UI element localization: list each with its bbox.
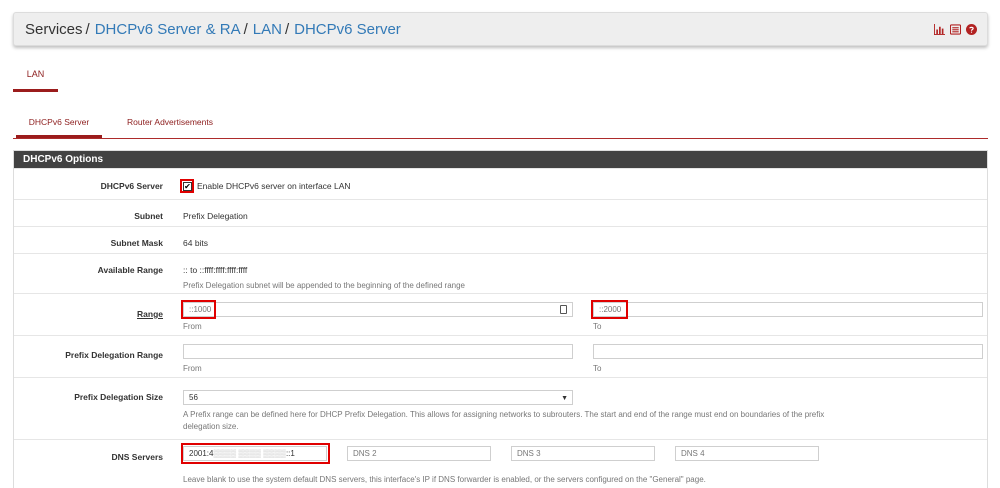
row-prefix-delegation-size: Prefix Delegation Size 56 ▼ A Prefix ran…: [14, 377, 987, 439]
prefix-delegation-size-help-2: delegation size.: [183, 422, 239, 431]
available-range-help: Prefix Delegation subnet will be appende…: [183, 281, 465, 290]
breadcrumb-lan[interactable]: LAN: [253, 21, 282, 38]
row-prefix-delegation-range: Prefix Delegation Range From To: [14, 335, 987, 377]
panel-title: DHCPv6 Options: [14, 151, 987, 168]
chevron-down-icon: ▼: [561, 395, 568, 402]
tab-lan[interactable]: LAN: [13, 68, 58, 92]
prefix-delegation-size-selected: 56: [189, 393, 198, 402]
tab-router-advertisements[interactable]: Router Advertisements: [115, 116, 225, 138]
dhcpv6-server-label: DHCPv6 Server: [100, 181, 163, 191]
breadcrumb-dhcpv6-server[interactable]: DHCPv6 Server: [294, 21, 401, 38]
dns-servers-help: Leave blank to use the system default DN…: [183, 475, 706, 484]
available-range-label: Available Range: [97, 265, 163, 275]
breadcrumb-services: Services: [25, 21, 83, 38]
tab-dhcpv6-server[interactable]: DHCPv6 Server: [16, 116, 102, 138]
enable-dhcpv6-text: Enable DHCPv6 server on interface LAN: [197, 181, 351, 191]
row-subnet-mask: Subnet Mask 64 bits: [14, 226, 987, 253]
prefix-delegation-size-select[interactable]: 56 ▼: [183, 390, 573, 405]
breadcrumb-separator: /: [284, 21, 290, 38]
list-icon[interactable]: [950, 24, 961, 35]
bar-chart-icon[interactable]: [934, 24, 945, 35]
enable-dhcpv6-checkbox[interactable]: ✔: [183, 182, 192, 191]
prefix-delegation-from-help: From: [183, 364, 202, 373]
prefix-delegation-to-input[interactable]: [593, 344, 983, 359]
breadcrumb-dhcpv6-server-ra[interactable]: DHCPv6 Server & RA: [95, 21, 241, 38]
ip-address-icon: [560, 305, 567, 314]
help-icon[interactable]: [966, 24, 977, 35]
range-label: Range: [137, 309, 163, 319]
dns2-input[interactable]: DNS 2: [347, 446, 491, 461]
row-subnet: Subnet Prefix Delegation: [14, 199, 987, 226]
breadcrumb-separator: /: [243, 21, 248, 38]
prefix-delegation-to-help: To: [593, 364, 602, 373]
prefix-delegation-size-help-1: A Prefix range can be defined here for D…: [183, 410, 825, 419]
available-range-value: :: to ::ffff:ffff:ffff:ffff: [183, 265, 248, 275]
row-range: Range ::1000 From ::2000 To: [14, 293, 987, 335]
dns4-input[interactable]: DNS 4: [675, 446, 819, 461]
breadcrumb-separator: /: [85, 21, 90, 38]
row-available-range: Available Range :: to ::ffff:ffff:ffff:f…: [14, 253, 987, 293]
row-dns-servers: DNS Servers 2001:4▒▒▒▒ ▒▒▒▒ ▒▒▒▒::1 DNS …: [14, 439, 987, 488]
range-from-input[interactable]: ::1000: [183, 302, 573, 317]
dns-servers-label: DNS Servers: [111, 452, 163, 462]
subnet-label: Subnet: [134, 211, 163, 221]
prefix-delegation-range-label: Prefix Delegation Range: [65, 350, 163, 360]
range-to-input[interactable]: ::2000: [593, 302, 983, 317]
breadcrumb: Services / DHCPv6 Server & RA / LAN / DHCPv6 S…: [25, 21, 401, 39]
subnet-mask-value: 64 bits: [183, 238, 209, 248]
prefix-delegation-from-input[interactable]: [183, 344, 573, 359]
highlight-box: [181, 443, 330, 464]
page-header: Services / DHCPv6 Server & RA / LAN / DHCPv6 S…: [13, 12, 988, 46]
range-from-help: From: [183, 322, 202, 331]
prefix-delegation-size-label: Prefix Delegation Size: [74, 392, 163, 402]
range-to-help: To: [593, 322, 602, 331]
row-dhcpv6-server: DHCPv6 Server ✔ Enable DHCPv6 server on …: [14, 168, 987, 198]
highlight-box: [591, 300, 628, 319]
dns3-input[interactable]: DNS 3: [511, 446, 655, 461]
sub-tabs: DHCPv6 Server Router Advertisements: [13, 116, 988, 139]
dhcpv6-options-panel: DHCPv6 Options DHCPv6 Server ✔ Enable DH…: [13, 150, 988, 488]
header-icons: [934, 24, 977, 35]
subnet-value: Prefix Delegation: [183, 211, 248, 221]
subnet-mask-label: Subnet Mask: [110, 238, 163, 248]
highlight-box: [181, 300, 216, 319]
